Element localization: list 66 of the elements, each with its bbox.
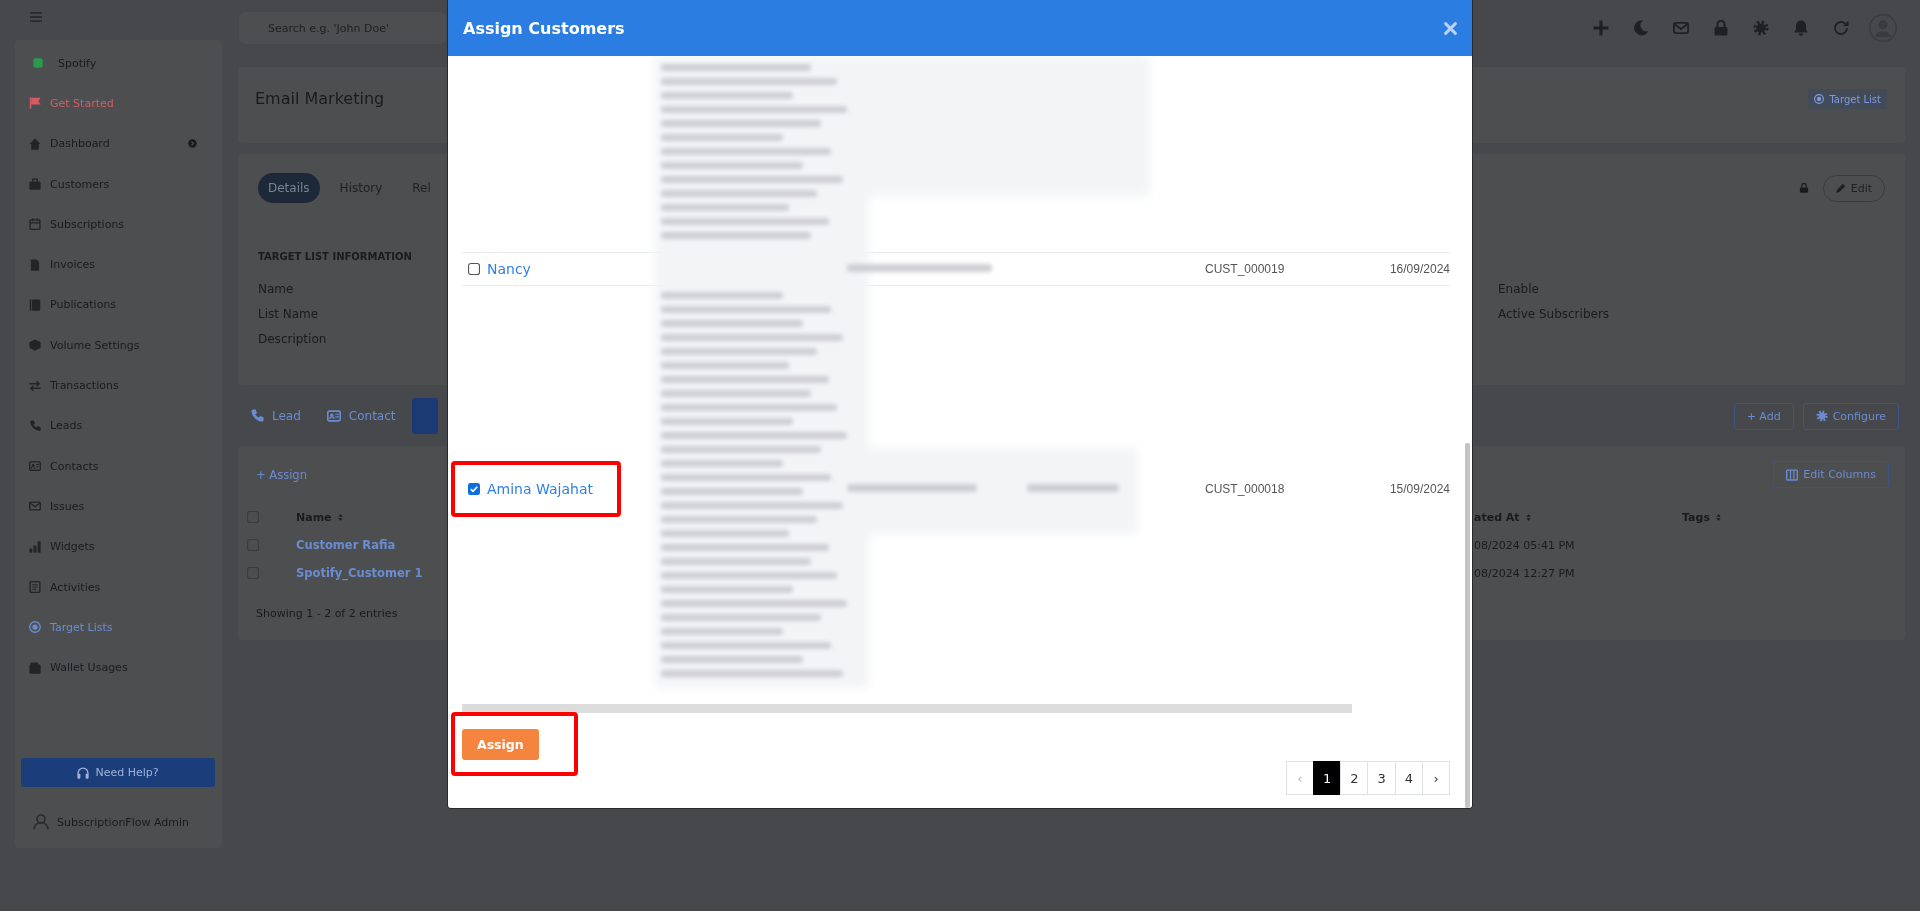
customer-link[interactable]: Spotify_Customer 1 bbox=[296, 566, 423, 580]
sidebar-item[interactable]: Target Lists bbox=[15, 607, 222, 648]
pencil-icon bbox=[1835, 183, 1846, 193]
lock-icon[interactable] bbox=[1713, 20, 1729, 36]
refresh-icon[interactable] bbox=[1833, 20, 1849, 36]
tab[interactable] bbox=[411, 398, 438, 434]
customer-id: CUST_000019 bbox=[1205, 262, 1286, 276]
house-icon bbox=[29, 137, 41, 150]
columns-icon bbox=[1786, 468, 1799, 481]
date-cell: 16/09/2024 bbox=[1389, 262, 1450, 276]
vertical-scrollbar[interactable] bbox=[1465, 443, 1470, 808]
flag-icon bbox=[29, 97, 41, 110]
tab[interactable]: Contact bbox=[316, 398, 406, 434]
sort-icon[interactable] bbox=[336, 512, 344, 522]
book-icon bbox=[29, 298, 41, 311]
page-button[interactable]: 2 bbox=[1340, 761, 1369, 795]
document-icon bbox=[29, 258, 41, 271]
target-list-button[interactable]: Target List bbox=[1808, 89, 1887, 109]
checkbox[interactable] bbox=[468, 483, 480, 495]
settings-icon bbox=[1815, 410, 1828, 422]
customer-name-link[interactable]: Amina Wajahat bbox=[487, 479, 593, 499]
sort-icon[interactable] bbox=[1714, 512, 1722, 522]
user-outline-icon bbox=[33, 814, 49, 830]
edit-columns-button[interactable]: Edit Columns bbox=[1773, 461, 1889, 488]
bar-chart-icon bbox=[29, 540, 41, 553]
tab[interactable]: Details bbox=[258, 173, 320, 203]
settings-icon[interactable] bbox=[1753, 20, 1769, 36]
next-page-button[interactable]: › bbox=[1422, 761, 1450, 795]
bell-icon[interactable] bbox=[1793, 20, 1809, 36]
assign-button[interactable]: Assign bbox=[462, 729, 539, 760]
date-cell: 15/09/2024 bbox=[1389, 482, 1450, 496]
plus-icon[interactable] bbox=[1593, 20, 1609, 36]
menu-icon[interactable] bbox=[29, 10, 43, 23]
phone-icon bbox=[250, 409, 264, 423]
lock-icon[interactable] bbox=[1799, 183, 1809, 193]
add-button[interactable]: + Add bbox=[1733, 402, 1794, 430]
cube-icon bbox=[29, 339, 41, 352]
contact-card-icon bbox=[29, 460, 41, 473]
horizontal-scrollbar[interactable] bbox=[462, 704, 1352, 713]
sort-icon[interactable] bbox=[1524, 512, 1532, 522]
target-icon bbox=[1814, 94, 1825, 104]
customer-name-link[interactable]: Nancy bbox=[487, 259, 531, 279]
assign-link[interactable]: + Assign bbox=[256, 467, 307, 482]
calendar-icon bbox=[29, 218, 41, 231]
checkbox[interactable] bbox=[468, 263, 480, 275]
wallet-icon bbox=[29, 661, 41, 674]
checklist-icon bbox=[29, 581, 41, 593]
square-icon bbox=[33, 58, 43, 69]
close-icon[interactable] bbox=[1444, 21, 1457, 35]
page-button[interactable]: 3 bbox=[1367, 761, 1396, 795]
tab[interactable]: Lead bbox=[240, 398, 311, 434]
phone-icon bbox=[29, 419, 41, 432]
briefcase-icon bbox=[29, 178, 41, 191]
customer-link[interactable]: Customer Rafia bbox=[296, 538, 396, 552]
contact-card-icon bbox=[326, 409, 341, 423]
help-button[interactable]: Need Help? bbox=[21, 758, 215, 787]
modal-title: Assign Customers bbox=[463, 18, 625, 38]
customer-id: CUST_000018 bbox=[1205, 482, 1286, 496]
headset-icon bbox=[77, 766, 90, 779]
target-icon bbox=[29, 621, 41, 634]
exchange-arrows-icon bbox=[29, 379, 41, 392]
moon-icon[interactable] bbox=[1633, 20, 1649, 36]
envelope-icon[interactable] bbox=[1673, 20, 1689, 36]
sidebar-item[interactable]: Get Started bbox=[15, 83, 222, 124]
envelope-icon bbox=[29, 500, 41, 513]
configure-button[interactable]: Configure bbox=[1802, 402, 1899, 430]
